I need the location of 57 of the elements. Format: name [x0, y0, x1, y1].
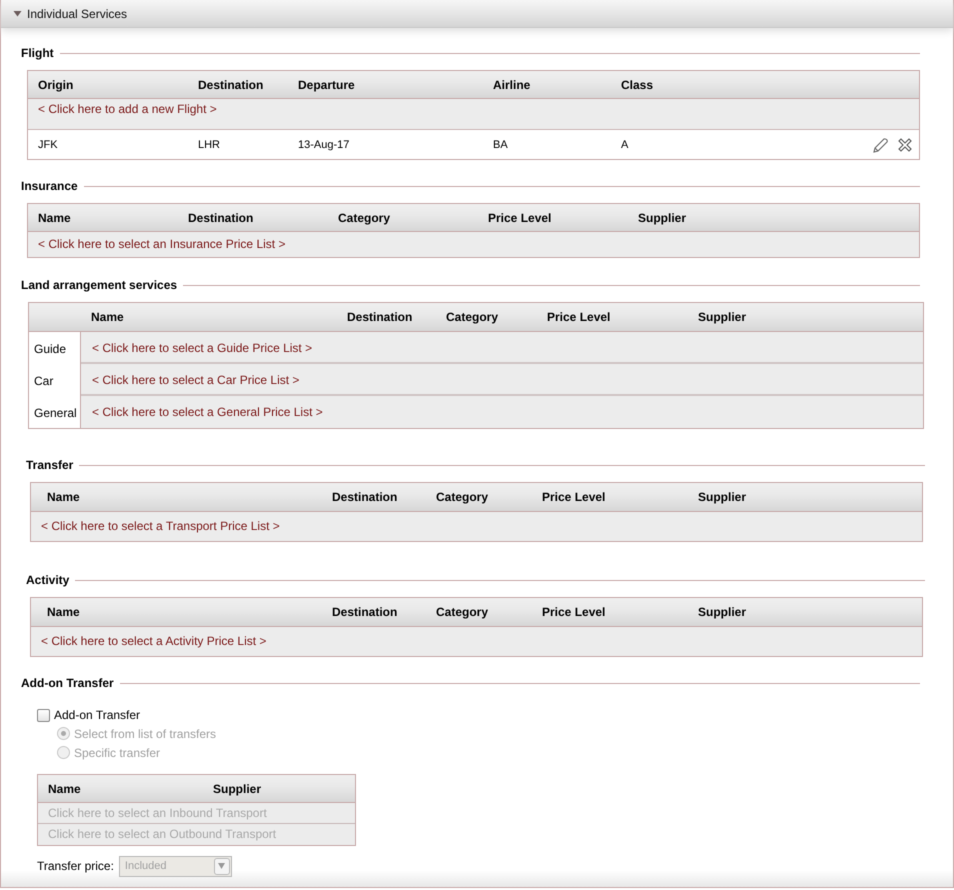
- column-header: Name: [90, 310, 125, 324]
- table-cell-text: JFK: [37, 138, 59, 150]
- close-icon[interactable]: [897, 137, 913, 153]
- select-link[interactable]: < Click here to select a Guide Price List >: [92, 341, 312, 355]
- column-header: Departure: [297, 78, 356, 92]
- section-title: Activity: [26, 573, 70, 587]
- column-header: Price Level: [546, 310, 612, 324]
- column-header: Origin: [37, 78, 74, 92]
- select-link[interactable]: < Click here to select a General Price List >: [92, 405, 323, 419]
- select-link[interactable]: < Click here to select a Car Price List >: [92, 373, 300, 387]
- column-header: Airline: [492, 78, 532, 92]
- column-header: Category: [445, 310, 500, 324]
- column-header: Name: [47, 782, 82, 796]
- table-cell-text: 13-Aug-17: [297, 138, 350, 150]
- column-header: Price Level: [487, 210, 552, 224]
- column-header: Price Level: [541, 490, 606, 504]
- column-header: Category: [435, 490, 490, 504]
- column-header: Destination: [331, 605, 398, 619]
- table-cell-text: LHR: [197, 138, 222, 150]
- column-header: Price Level: [541, 605, 606, 619]
- column-header: Name: [37, 210, 72, 224]
- column-header: Supplier: [637, 210, 688, 224]
- section-title: Land arrangement services: [21, 278, 178, 292]
- column-header: Destination: [331, 490, 398, 504]
- section-title: Add-on Transfer: [21, 676, 114, 690]
- add-link[interactable]: < Click here to select a Transport Price List >: [41, 519, 280, 533]
- pencil-icon[interactable]: [871, 137, 889, 155]
- checkbox-label: Add-on Transfer: [54, 708, 140, 722]
- column-header: Supplier: [697, 490, 748, 504]
- caret-icon[interactable]: [13, 9, 22, 18]
- checkbox[interactable]: [37, 708, 50, 722]
- add-link[interactable]: < Click here to add a new Flight >: [38, 102, 217, 116]
- row-label: Car: [29, 364, 81, 396]
- row-label: General: [29, 396, 81, 428]
- table-cell-text: BA: [492, 138, 509, 150]
- field-label: Transfer price:: [37, 859, 114, 873]
- column-header: Category: [337, 210, 392, 224]
- panel-title: Individual Services: [27, 6, 128, 20]
- column-header: Name: [46, 605, 81, 619]
- add-link[interactable]: < Click here to select a Activity Price List >: [41, 634, 266, 648]
- column-header: Class: [620, 78, 654, 92]
- section-title: Insurance: [21, 179, 78, 193]
- column-header: Destination: [346, 310, 414, 324]
- table-cell-text: A: [620, 138, 630, 150]
- column-header: Name: [46, 490, 81, 504]
- radio-label: Specific transfer: [74, 746, 160, 760]
- section-title: Flight: [21, 46, 54, 60]
- column-header: Category: [435, 605, 490, 619]
- row-label: Guide: [29, 332, 81, 364]
- column-header: Destination: [187, 210, 254, 224]
- add-link[interactable]: < Click here to select an Insurance Price List >: [38, 237, 286, 251]
- column-header: Supplier: [697, 605, 748, 619]
- section-title: Transfer: [26, 458, 74, 472]
- column-header: Supplier: [697, 310, 748, 324]
- column-header: Destination: [197, 78, 264, 92]
- column-header: Supplier: [212, 782, 262, 796]
- radio-label: Select from list of transfers: [74, 726, 216, 740]
